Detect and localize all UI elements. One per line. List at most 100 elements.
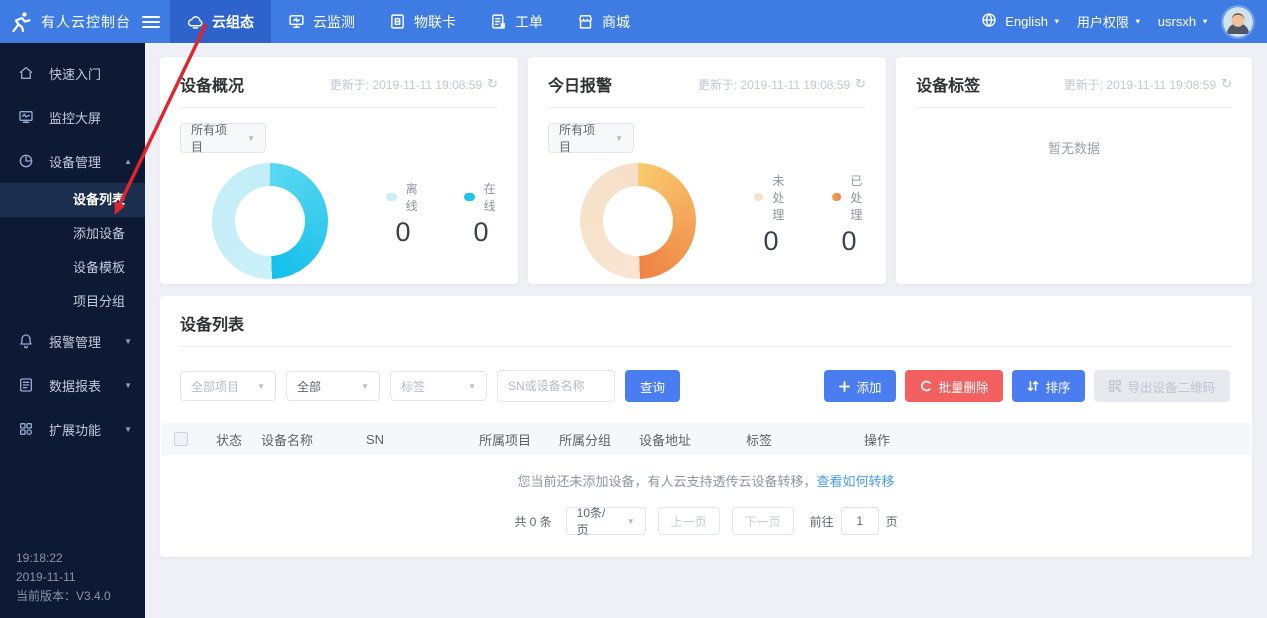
query-button[interactable]: 查询 [625, 370, 680, 402]
add-device-button[interactable]: 添加 [824, 370, 896, 402]
nav-tab-label: 物联卡 [414, 12, 456, 32]
card-title: 设备标签 [916, 72, 980, 96]
transfer-help-link[interactable]: 查看如何转移 [817, 474, 895, 489]
next-page-button[interactable]: 下一页 [732, 507, 794, 535]
export-qr-button[interactable]: 导出设备二维码 [1094, 370, 1230, 402]
avatar[interactable] [1223, 7, 1253, 37]
card-device-tags: 设备标签 更新于: 2019-11-11 19:08:59 ↻ 暂无数据 [896, 57, 1252, 284]
handled-count: 0 [832, 226, 866, 257]
device-list-card: 设备列表 全部项目 ▼ 全部 ▼ 标签 ▼ 查询 添加 [160, 296, 1252, 557]
legend-unhandled: 未处理 0 [754, 172, 788, 257]
sidebar-footer: 19:18:22 2019-11-11 当前版本：V3.4.0 [16, 549, 111, 606]
nav-tabs: 云组态 云监测 物联卡 [170, 0, 647, 43]
project-filter-select[interactable]: 全部项目 ▼ [180, 371, 276, 401]
goto-page-input[interactable] [841, 507, 879, 535]
menu-toggle-icon[interactable] [142, 13, 160, 31]
nav-tab-label: 工单 [515, 12, 543, 32]
select-value: 所有项目 [559, 121, 605, 155]
online-swatch [464, 193, 475, 201]
refresh-icon[interactable]: ↻ [1221, 76, 1232, 92]
search-input[interactable] [497, 370, 615, 402]
sidebar-subitem-device-template[interactable]: 设备模板 [0, 251, 145, 285]
chevron-up-icon: ▲ [124, 157, 132, 166]
sidebar-item-monitor-screen[interactable]: 监控大屏 [0, 95, 145, 139]
alarm-icon [18, 333, 49, 349]
pie-chart-icon [18, 153, 49, 169]
total-count: 共 0 条 [514, 513, 551, 530]
top-navbar: 有人云控制台 云组态 云监测 [0, 0, 1267, 43]
unhandled-swatch [754, 193, 763, 201]
sidebar-item-label: 快速入门 [49, 64, 101, 83]
nav-tab-iot-card[interactable]: 物联卡 [372, 0, 473, 43]
chevron-down-icon: ▼ [124, 381, 132, 390]
page-size-select[interactable]: 10条/页 ▼ [566, 507, 646, 535]
nav-tab-cloud-config[interactable]: 云组态 [170, 0, 271, 43]
user-menu[interactable]: usrsxh ▼ [1158, 14, 1209, 29]
sidebar-subitem-add-device[interactable]: 添加设备 [0, 217, 145, 251]
navbar-right: English ▼ 用户权限 ▼ usrsxh ▼ [981, 7, 1267, 37]
column-header-device-name: 设备名称 [261, 430, 366, 449]
goto-label: 前往 [810, 513, 834, 530]
offline-swatch [386, 193, 397, 201]
select-value: 所有项目 [191, 121, 237, 155]
brand: 有人云控制台 [0, 10, 160, 34]
home-icon [18, 65, 49, 81]
unhandled-count: 0 [754, 226, 788, 257]
monitor-icon [288, 13, 305, 30]
empty-state: 您当前还未添加设备，有人云支持透传云设备转移，查看如何转移 [160, 471, 1252, 490]
chevron-down-icon: ▼ [124, 425, 132, 434]
nav-tab-cloud-monitor[interactable]: 云监测 [271, 0, 372, 43]
updated-at: 更新于: 2019-11-11 19:08:59 ↻ [1064, 76, 1232, 93]
device-list-title: 设备列表 [180, 311, 244, 335]
sort-button[interactable]: 排序 [1012, 370, 1085, 402]
table-header-row: 状态 设备名称 SN 所属项目 所属分组 设备地址 标签 操作 [161, 423, 1251, 455]
column-header-tag: 标签 [746, 430, 864, 449]
project-filter-select[interactable]: 所有项目 ▼ [548, 123, 634, 153]
card-today-alarm: 今日报警 更新于: 2019-11-11 19:08:59 ↻ 所有项目 ▼ 未… [528, 57, 886, 284]
column-header-project: 所属项目 [479, 430, 559, 449]
prev-page-button[interactable]: 上一页 [658, 507, 720, 535]
column-header-address: 设备地址 [639, 430, 746, 449]
usr-logo-icon [9, 10, 33, 34]
sidebar-item-extensions[interactable]: 扩展功能 ▼ [0, 407, 145, 451]
sidebar-item-quick-start[interactable]: 快速入门 [0, 51, 145, 95]
sidebar-subitem-device-list[interactable]: 设备列表 [0, 183, 145, 217]
sidebar-item-device-management[interactable]: 设备管理 ▲ [0, 139, 145, 183]
card-device-overview: 设备概况 更新于: 2019-11-11 19:08:59 ↻ 所有项目 ▼ 离… [160, 57, 518, 284]
nav-tab-label: 商城 [602, 12, 630, 32]
clock-time: 19:18:22 [16, 549, 111, 568]
refresh-icon[interactable]: ↻ [855, 76, 866, 92]
status-filter-select[interactable]: 全部 ▼ [286, 371, 380, 401]
card-title: 设备概况 [180, 72, 244, 96]
permissions-menu[interactable]: 用户权限 ▼ [1077, 12, 1142, 31]
select-all-checkbox[interactable] [174, 432, 188, 446]
chevron-down-icon: ▼ [615, 134, 623, 143]
sidebar-subitem-project-group[interactable]: 项目分组 [0, 285, 145, 319]
batch-delete-icon [920, 380, 932, 392]
refresh-icon[interactable]: ↻ [487, 76, 498, 92]
nav-tab-mall[interactable]: 商城 [560, 0, 647, 43]
alarm-status-donut-chart [580, 163, 696, 279]
sidebar-item-data-report[interactable]: 数据报表 ▼ [0, 363, 145, 407]
chevron-down-icon: ▼ [1134, 18, 1142, 26]
nav-tab-label: 云监测 [313, 12, 355, 32]
legend-handled: 已处理 0 [832, 172, 866, 257]
chevron-down-icon: ▼ [1053, 18, 1061, 26]
offline-count: 0 [386, 217, 420, 248]
language-selector[interactable]: English ▼ [1005, 14, 1061, 29]
column-header-actions: 操作 [864, 430, 1251, 449]
updated-at: 更新于: 2019-11-11 19:08:59 ↻ [330, 76, 498, 93]
tag-filter-select[interactable]: 标签 ▼ [390, 371, 487, 401]
apps-icon [18, 421, 49, 437]
sidebar-submenu-device-management: 设备列表 添加设备 设备模板 项目分组 [0, 183, 145, 319]
sim-card-icon [389, 13, 406, 30]
chevron-down-icon: ▼ [247, 134, 255, 143]
batch-delete-button[interactable]: 批量删除 [905, 370, 1003, 402]
nav-tab-work-order[interactable]: 工单 [473, 0, 560, 43]
sidebar-item-alarm-management[interactable]: 报警管理 ▼ [0, 319, 145, 363]
select-placeholder: 全部项目 [191, 378, 239, 395]
select-value: 10条/页 [577, 504, 617, 538]
project-filter-select[interactable]: 所有项目 ▼ [180, 123, 266, 153]
chevron-down-icon: ▼ [257, 382, 265, 391]
handled-swatch [832, 193, 841, 201]
